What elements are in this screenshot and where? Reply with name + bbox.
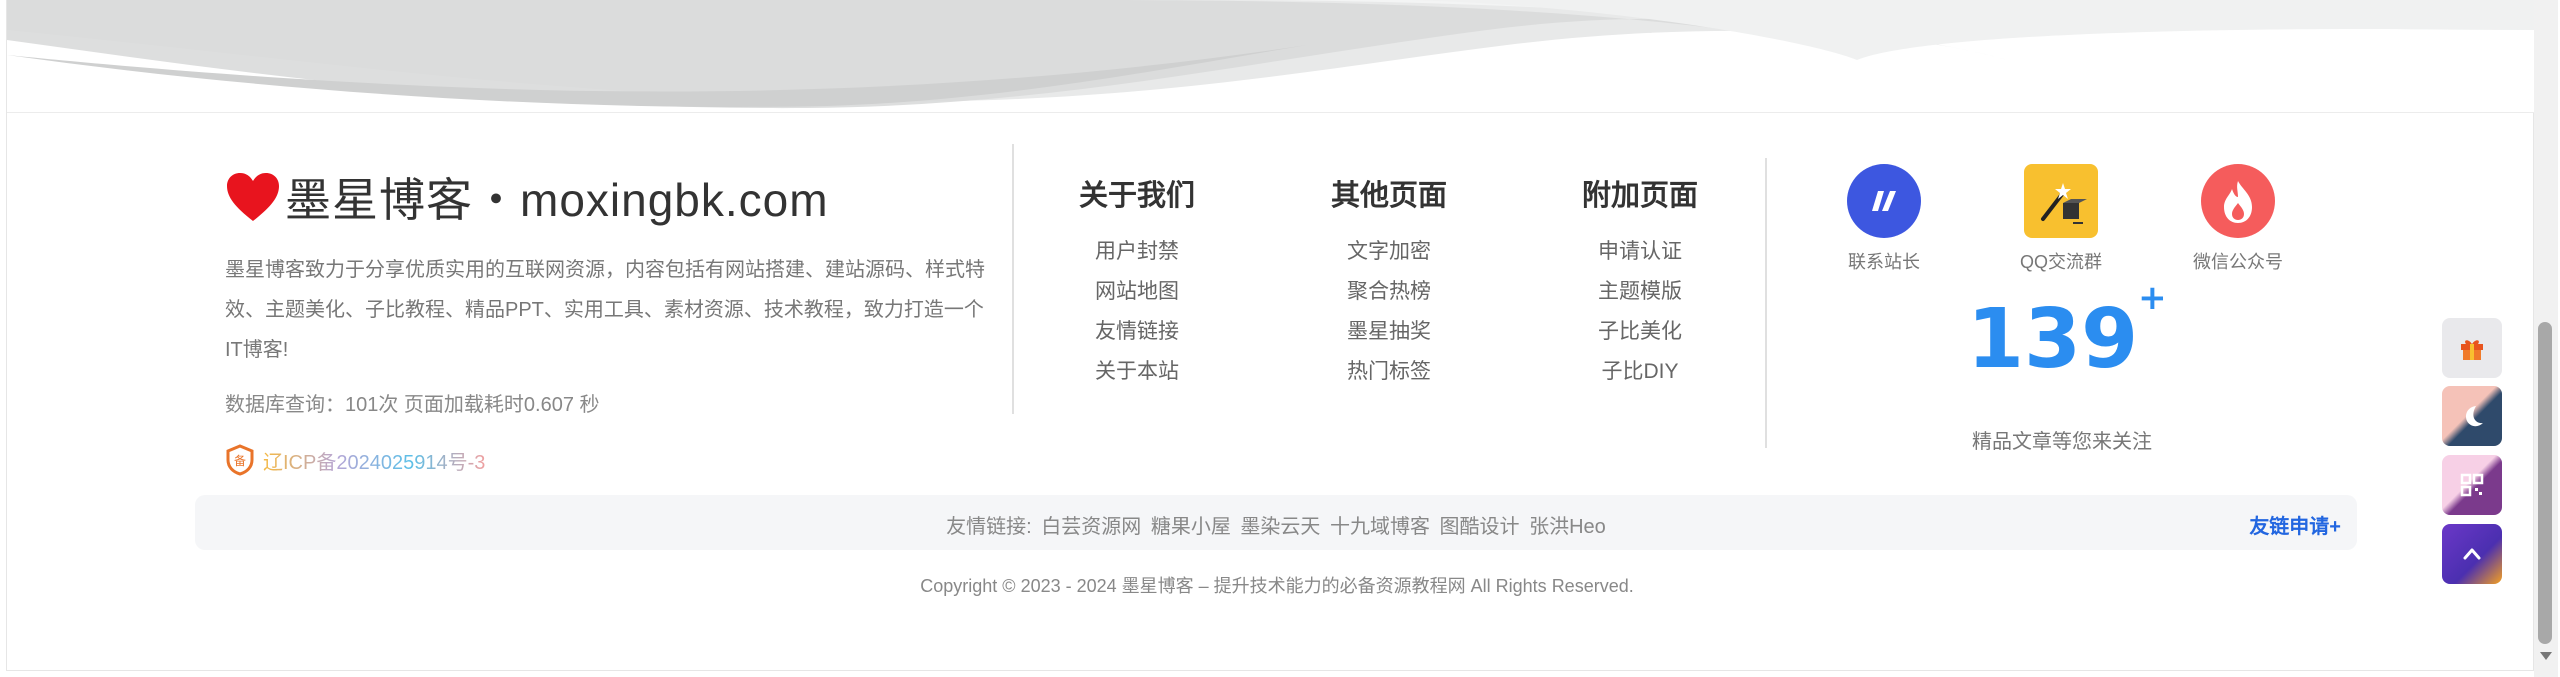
link-apply-verify[interactable]: 申请认证: [1540, 232, 1740, 272]
scrollbar-thumb[interactable]: [2538, 322, 2552, 644]
social-contact[interactable]: 联系站长: [1814, 164, 1954, 274]
friend-links: 友情链接: 白芸资源网 糖果小屋 墨染云天 十九域博客 图酷设计 张洪Heo: [195, 510, 2357, 539]
qrcode-icon: [2460, 473, 2484, 497]
back-to-top-icon: [2463, 548, 2481, 560]
wechat-icon: [2201, 164, 2275, 238]
link-about-site[interactable]: 关于本站: [1037, 352, 1237, 392]
nav-column-other: 其他页面 文字加密 聚合热榜 墨星抽奖 热门标签: [1289, 172, 1489, 392]
link-friend-links[interactable]: 友情链接: [1037, 312, 1237, 352]
friend-link[interactable]: 白芸资源网: [1041, 516, 1141, 538]
nav-column-about: 关于我们 用户封禁 网站地图 友情链接 关于本站: [1037, 172, 1237, 392]
column-title: 关于我们: [1078, 180, 1195, 212]
friend-link[interactable]: 糖果小屋: [1151, 516, 1231, 538]
divider: [1012, 144, 1014, 414]
icp-record[interactable]: 备 辽ICP备2024025914号-3: [225, 444, 485, 476]
link-zibll-beautify[interactable]: 子比美化: [1540, 312, 1740, 352]
link-zibll-diy[interactable]: 子比DIY: [1540, 352, 1740, 392]
qrcode-button[interactable]: [2442, 455, 2502, 515]
link-theme-templates[interactable]: 主题模版: [1540, 272, 1740, 312]
article-count-suffix: +: [2138, 277, 2167, 318]
article-count-label: 精品文章等您来关注: [1972, 431, 2152, 453]
back-to-top-button[interactable]: [2442, 524, 2502, 584]
article-count-number: 139: [1967, 292, 2139, 387]
social-label: QQ交流群: [2019, 252, 2102, 272]
copyright: Copyright © 2023 - 2024 墨星博客 – 提升技术能力的必备…: [920, 576, 1634, 596]
friend-link[interactable]: 墨染云天: [1240, 516, 1320, 538]
link-lottery[interactable]: 墨星抽奖: [1289, 312, 1489, 352]
friend-link[interactable]: 图酷设计: [1440, 516, 1520, 538]
wave-decoration: [7, 0, 2535, 112]
social-wechat[interactable]: 微信公众号: [2168, 164, 2308, 274]
brand[interactable]: 墨星博客・moxingbk.com: [225, 164, 829, 230]
link-hot-tags[interactable]: 热门标签: [1289, 352, 1489, 392]
shield-badge-icon: 备: [226, 444, 254, 476]
db-info: 数据库查询：101次 页面加载耗时0.607 秒: [225, 394, 600, 416]
heart-icon: [227, 173, 279, 221]
qq-group-icon: [2024, 164, 2098, 238]
nav-column-extra: 附加页面 申请认证 主题模版 子比美化 子比DIY: [1540, 172, 1740, 392]
link-text-encrypt[interactable]: 文字加密: [1289, 232, 1489, 272]
link-user-ban[interactable]: 用户封禁: [1037, 232, 1237, 272]
friend-links-bar: 友情链接: 白芸资源网 糖果小屋 墨染云天 十九域博客 图酷设计 张洪Heo 友…: [195, 495, 2357, 550]
friend-link[interactable]: 张洪Heo: [1529, 516, 1606, 538]
gift-button[interactable]: [2442, 318, 2502, 378]
friend-link[interactable]: 十九域博客: [1330, 516, 1430, 538]
contact-icon: [1847, 164, 1921, 238]
column-title: 其他页面: [1330, 180, 1447, 212]
footer-top-divider: [7, 112, 2535, 113]
article-count: 139+: [1967, 278, 2167, 387]
svg-text:备: 备: [234, 454, 246, 468]
friend-links-prefix: 友情链接:: [946, 516, 1032, 538]
dark-mode-button[interactable]: [2442, 386, 2502, 446]
site-description: 墨星博客致力于分享优质实用的互联网资源，内容包括有网站搭建、建站源码、样式特效、…: [225, 259, 985, 361]
gift-icon: [2461, 340, 2483, 360]
scroll-down-arrow-icon[interactable]: [2540, 652, 2552, 660]
column-title: 附加页面: [1581, 180, 1698, 212]
social-qq-group[interactable]: QQ交流群: [1991, 164, 2131, 274]
site-title: 墨星博客・moxingbk.com: [285, 174, 829, 226]
page: 墨星博客・moxingbk.com 墨星博客致力于分享优质实用的互联网资源，内容…: [6, 0, 2535, 671]
scrollbar[interactable]: [2534, 0, 2558, 677]
icp-text: 辽ICP备2024025914号-3: [263, 446, 485, 475]
social-label: 微信公众号: [2193, 252, 2283, 272]
link-sitemap[interactable]: 网站地图: [1037, 272, 1237, 312]
social-label: 联系站长: [1848, 252, 1920, 272]
link-hot-list[interactable]: 聚合热榜: [1289, 272, 1489, 312]
divider: [1765, 158, 1767, 448]
moon-icon: [2466, 406, 2483, 427]
apply-friend-link-button[interactable]: 友链申请+: [2249, 510, 2341, 539]
